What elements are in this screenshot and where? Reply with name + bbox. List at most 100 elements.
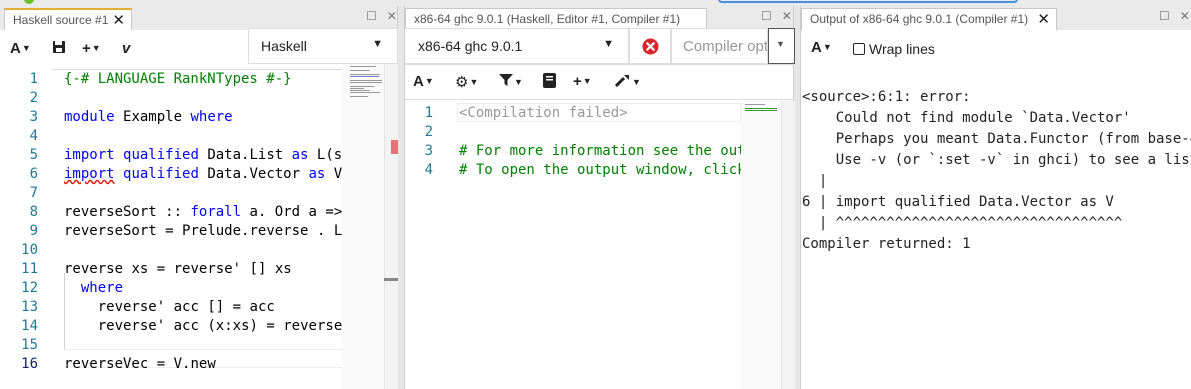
code-line: reverse' acc [] = acc [97, 299, 275, 315]
line-number: 3 [29, 109, 38, 125]
code-line: reverseSort :: forall a. Ord a => [64, 204, 342, 220]
line-number: 10 [21, 242, 38, 258]
caret-down-icon: ▼ [776, 39, 785, 49]
line-number: 16 [21, 356, 38, 372]
code-line: where [80, 280, 124, 296]
language-select[interactable]: Haskell ▼ [248, 28, 398, 64]
output-line: Compiler returned: 1 [802, 236, 971, 252]
close-pane-icon[interactable]: ✕ [387, 9, 397, 23]
save-icon[interactable] [52, 40, 66, 62]
tab-haskell-source[interactable]: Haskell source #1 ✕ [4, 8, 132, 30]
output-line: <source>:6:1: error: [802, 89, 971, 105]
line-number: 12 [21, 280, 38, 296]
line-number: 11 [21, 261, 38, 277]
output-line: | ^^^^^^^^^^^^^^^^^^^^^^^^^^^^^^^^^^ [802, 215, 1123, 231]
compile-status[interactable] [629, 28, 671, 64]
vertical-scrollbar[interactable] [781, 101, 795, 389]
logo-icon [24, 0, 34, 4]
tab-bar: x86-64 ghc 9.0.1 (Haskell, Editor #1, Co… [405, 6, 793, 30]
window-controls: ☐ ✕ [1149, 9, 1190, 23]
output-line: Could not find module `Data.Vector' [802, 110, 1131, 126]
compiler-pane: x86-64 ghc 9.0.1 (Haskell, Editor #1, Co… [404, 6, 795, 389]
code-line: reverseSort = Prelude.reverse . L [64, 223, 342, 239]
options-dropdown-button[interactable]: ▼ [768, 28, 795, 64]
error-status-icon [642, 38, 659, 55]
maximize-icon[interactable]: ☐ [1159, 9, 1170, 23]
book-icon[interactable] [543, 73, 556, 95]
tab-output[interactable]: Output of x86-64 ghc 9.0.1 (Compiler #1)… [801, 8, 1057, 30]
line-number: 3 [424, 143, 433, 159]
wrap-lines-label: Wrap lines [869, 41, 935, 57]
close-icon[interactable]: ✕ [112, 11, 125, 29]
asm-line: # To open the output window, click [459, 162, 741, 178]
tab-label: x86-64 ghc 9.0.1 (Haskell, Editor #1, Co… [414, 12, 681, 26]
error-marker [391, 140, 398, 154]
output-line: Use -v (or `:set -v` in ghci) to see a l… [802, 152, 1191, 168]
wrap-lines-checkbox[interactable] [853, 43, 865, 55]
vim-icon[interactable]: v [122, 40, 130, 62]
code-line: reverse' acc (x:xs) = reverse [97, 318, 342, 334]
line-number: 14 [21, 318, 38, 334]
code-line: import qualified Data.List as L(so [64, 147, 342, 163]
compiler-options-input[interactable]: Compiler options... [671, 28, 768, 64]
code-line: module Example where [64, 109, 233, 125]
tab-label: Haskell source #1 [13, 13, 109, 27]
close-icon[interactable]: ✕ [1037, 10, 1050, 28]
output-line: | [802, 173, 828, 189]
chevron-down-icon: ▼ [603, 38, 614, 50]
share-button-outline [718, 0, 1018, 3]
line-number: 5 [29, 147, 38, 163]
compiler-label: x86-64 ghc 9.0.1 [418, 38, 523, 54]
compiler-toolbar: A▼ ⚙▼ ▼ +▼ ▼ [405, 64, 793, 100]
add-icon[interactable]: +▼ [82, 40, 101, 62]
tab-compiler[interactable]: x86-64 ghc 9.0.1 (Haskell, Editor #1, Co… [405, 8, 707, 30]
code-line: reverseVec = V.new [64, 356, 216, 372]
asm-line: # For more information see the out [459, 143, 741, 159]
output-line: Perhaps you meant Data.Functor (from bas… [802, 131, 1191, 147]
close-pane-icon[interactable]: ✕ [1180, 9, 1190, 23]
line-number: 4 [29, 128, 38, 144]
code-line: {-# LANGUAGE RankNTypes #-} [64, 71, 292, 87]
minimap [342, 64, 384, 389]
filter-icon[interactable]: ▼ [499, 73, 523, 95]
font-size-icon[interactable]: A▼ [413, 73, 434, 95]
tab-bar: Output of x86-64 ghc 9.0.1 (Compiler #1)… [801, 6, 1191, 30]
tab-bar: Haskell source #1 ✕ ☐ ✕ [0, 6, 397, 30]
code-line: reverse xs = reverse' [] xs [64, 261, 292, 277]
output-pane: Output of x86-64 ghc 9.0.1 (Compiler #1)… [800, 6, 1191, 389]
line-number: 8 [29, 204, 38, 220]
source-editor-pane: Haskell source #1 ✕ ☐ ✕ A▼ +▼ v Haskell ▼… [0, 6, 398, 389]
window-controls: ☐ ✕ [356, 9, 397, 23]
line-number: 2 [29, 90, 38, 106]
line-number: 9 [29, 223, 38, 239]
minimap [741, 101, 781, 389]
font-size-icon[interactable]: A▼ [10, 40, 31, 62]
code-line: import qualified Data.Vector as V [64, 166, 342, 182]
assembly-output[interactable]: 1 <Compilation failed> 2 3 # For more inform… [405, 101, 741, 389]
scrollbar-thumb[interactable] [384, 278, 398, 281]
line-number: 1 [424, 105, 433, 121]
compiler-select[interactable]: x86-64 ghc 9.0.1 ▼ [405, 28, 629, 64]
maximize-icon[interactable]: ☐ [761, 9, 772, 23]
settings-icon[interactable]: ⚙▼ [455, 73, 478, 95]
output-toolbar: A▼ Wrap lines [801, 30, 1191, 68]
line-number: 7 [29, 185, 38, 201]
options-placeholder: Compiler options... [683, 38, 768, 55]
add-icon[interactable]: +▼ [573, 73, 592, 95]
vertical-scrollbar[interactable] [384, 64, 398, 389]
asm-line: <Compilation failed> [459, 105, 628, 121]
window-controls: ☐ ✕ [751, 9, 792, 23]
line-number: 15 [21, 337, 38, 353]
output-line: 6 | import qualified Data.Vector as V [802, 194, 1114, 210]
compiler-explorer: Haskell source #1 ✕ ☐ ✕ A▼ +▼ v Haskell ▼… [0, 0, 1191, 389]
wrap-lines-toggle[interactable]: Wrap lines [853, 41, 935, 57]
line-number: 4 [424, 162, 433, 178]
tools-icon[interactable]: ▼ [614, 73, 641, 95]
close-pane-icon[interactable]: ✕ [782, 9, 792, 23]
font-size-icon[interactable]: A▼ [811, 39, 832, 61]
tab-label: Output of x86-64 ghc 9.0.1 (Compiler #1) [810, 12, 1029, 26]
chevron-down-icon: ▼ [372, 38, 383, 50]
maximize-icon[interactable]: ☐ [366, 9, 377, 23]
code-editor[interactable]: {-# LANGUAGE RankNTypes #-} module Exampl… [52, 64, 342, 389]
line-number-gutter: 1 2 3 4 5 6 7 8 9 10 11 12 13 14 15 16 [0, 64, 52, 389]
